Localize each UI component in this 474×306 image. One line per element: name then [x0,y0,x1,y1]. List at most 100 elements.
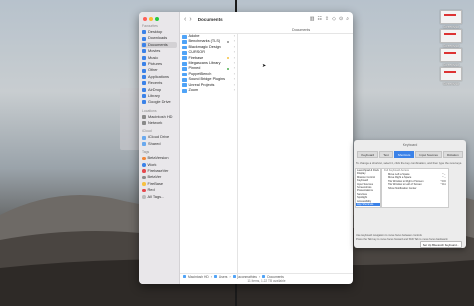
folder-icon [182,72,187,77]
desktop-file-icon[interactable]: Screenshot [440,67,462,86]
tag-dot-icon [142,163,146,167]
search-icon[interactable]: ⌕ [346,16,349,22]
tag-dot-icon [142,182,146,186]
tag-dot-icon [226,57,229,60]
folder-icon [182,56,187,61]
folder-icon [182,88,187,93]
desktop-file-icon[interactable]: Screenshot [440,48,462,67]
close-button[interactable] [143,17,147,21]
tab-input-sources[interactable]: Input Sources [415,151,442,158]
tag-dot-icon [142,188,146,193]
tag-dot-icon [142,195,146,199]
sidebar-tag[interactable]: All Tags... [139,194,179,200]
status-bar: 11 items, 1.22 TB available [247,279,286,283]
shortcut-description: To change a shortcut, select it, click t… [356,161,463,165]
tag-dot-icon [142,175,146,180]
chevron-right-icon: › [233,87,235,92]
path-separator-icon: › [210,274,212,279]
shortcut-label: Show Notification Center [388,186,417,190]
folder-icon [182,50,187,55]
tag-dot-icon [226,40,229,44]
folder-icon [182,34,187,39]
tab-shortcuts[interactable]: Shortcuts [393,151,415,158]
sidebar-item-google-drive[interactable]: Google Drive [139,99,179,105]
drive-icon [142,114,146,119]
file-column: Adobe › Benchmarks (TLS) › Blackmagic Design… [180,34,238,276]
window-title: Documents [197,16,223,22]
shortcut-categories: Launchpad & Dock Display Mission Control Ke… [355,168,381,208]
folder-icon [142,100,146,105]
shortcut-label: Move Right a Space [388,176,412,180]
drive-icon [142,121,146,126]
group-icon[interactable]: ☷ [317,16,321,22]
sidebar-item-network[interactable]: Network [139,120,179,126]
path-segment[interactable]: Documents [267,275,284,279]
sidebar-item-label: Network [148,120,163,126]
path-segment[interactable]: jaconmathieu [238,275,258,279]
folder-icon [182,77,187,82]
cloud-icon [142,142,146,147]
folder-icon [142,36,146,41]
sidebar-item-shared[interactable]: Shared [139,141,179,147]
sidebar-item-label: Shared [148,140,161,146]
shortcut-row[interactable]: Show Notification Center [382,187,448,191]
share-icon[interactable]: ⇪ [325,16,329,22]
preview-column[interactable] [238,34,352,276]
desktop-file-icon[interactable]: Screenshot [440,10,462,29]
folder-icon [142,62,146,67]
shortcut-list: Full Keyboard Access Move Left a Space ^←… [381,168,449,208]
tag-dot-icon [142,169,146,173]
folder-icon [182,67,187,71]
sidebar-item-label: Google Drive [148,99,171,105]
sidebar-item-label: Downloads [148,35,168,41]
finder-sidebar: Favourites Desktop Downloads Documents Movi… [139,12,180,284]
forward-icon[interactable]: › [189,16,191,23]
back-icon[interactable]: ‹ [184,16,186,23]
finder-toolbar: ‹ › Documents ▥ ☷ ⇪ ◇ ⊙ ⌕ [180,12,353,26]
action-icon[interactable]: ⊙ [339,16,343,22]
sidebar-item-downloads[interactable]: Downloads [139,35,179,41]
mouse-pointer-icon: ➤ [262,63,267,69]
sidebar-tag-label: All Tags... [147,193,165,199]
tab-text[interactable]: Text [379,151,393,158]
folder-icon [142,74,146,79]
path-segment[interactable]: Macintosh HD [188,275,209,279]
tag-dot-icon [226,67,229,71]
desktop-file-icon[interactable]: Screenshot [440,29,462,48]
folder-icon [182,61,187,66]
bluetooth-keyboard-button[interactable]: Set Up Bluetooth Keyboard... [419,241,462,248]
folder-icon [142,30,146,35]
view-columns-icon[interactable]: ▥ [310,16,315,22]
cloud-icon [142,135,146,140]
column-header: Documents [180,27,353,34]
folder-icon [232,275,236,278]
folder-icon [142,81,146,86]
minimize-button[interactable] [149,17,153,21]
folder-icon [183,275,186,278]
window-controls [143,17,159,21]
keyboard-tabs: Keyboard Text Shortcuts Input Sources Dictat… [354,151,466,158]
tab-keyboard[interactable]: Keyboard [357,151,379,158]
file-row[interactable]: Zoom › [180,88,237,93]
folder-icon [182,83,187,88]
tag-dot-icon [142,156,146,161]
path-separator-icon: › [229,274,231,279]
folder-icon [182,40,187,44]
file-name: Zoom [188,87,199,92]
folder-icon [142,42,146,47]
folder-icon [142,55,146,60]
tag-icon[interactable]: ◇ [332,16,336,22]
zoom-button[interactable] [155,17,159,21]
column-header-label: Documents [292,27,311,32]
folder-icon [182,45,187,50]
keyboard-title: Keyboard [402,143,418,147]
shortcut-label: Tile Window to Left of Screen [388,183,422,187]
folder-icon [262,275,266,278]
tab-dictation[interactable]: Dictation [442,151,463,158]
path-segment[interactable]: Users [219,275,228,279]
path-separator-icon: › [259,274,261,279]
folder-icon [213,275,217,278]
shortcut-category[interactable]: App Shortcuts [356,202,380,207]
folder-icon [142,94,146,99]
folder-icon [142,49,146,54]
